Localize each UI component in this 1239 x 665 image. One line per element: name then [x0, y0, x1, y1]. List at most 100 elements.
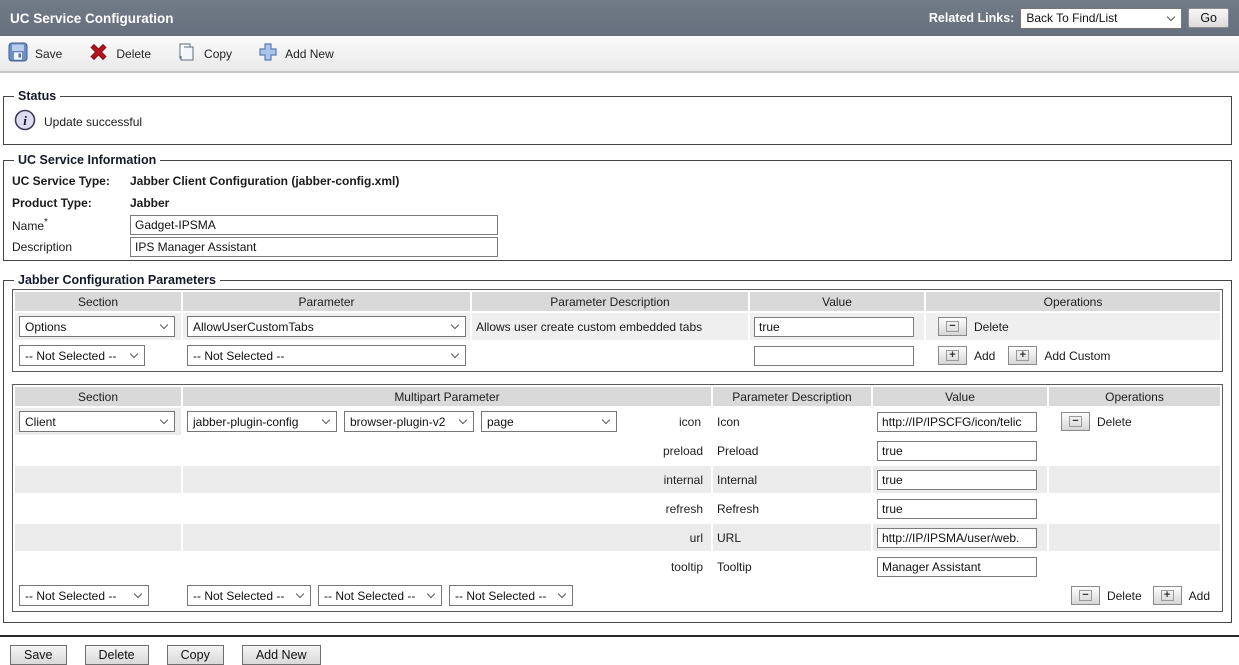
parameter-description: Tooltip — [713, 553, 871, 580]
delete-row-button[interactable]: − — [1071, 586, 1100, 605]
chevron-down-icon — [322, 416, 330, 424]
add-row-button[interactable]: + — [1153, 586, 1182, 605]
save-icon — [8, 42, 28, 65]
svg-text:i: i — [23, 113, 27, 128]
col-header-value: Value — [873, 387, 1047, 406]
section-select[interactable]: -- Not Selected -- — [19, 345, 145, 366]
toolbar-add-new-button[interactable]: Add New — [258, 42, 334, 65]
section-select[interactable]: Client — [19, 411, 175, 432]
save-button[interactable]: Save — [10, 645, 67, 665]
multipart-select-3[interactable]: page — [481, 411, 617, 432]
uc-service-info-legend: UC Service Information — [14, 153, 160, 167]
jabber-params-legend: Jabber Configuration Parameters — [14, 273, 220, 287]
table-row: url URL — [15, 524, 1220, 551]
parameter-description: Internal — [713, 466, 871, 493]
delete-row-label: Delete — [974, 320, 1009, 334]
status-message: Update successful — [44, 115, 142, 129]
col-header-param-desc: Parameter Description — [713, 387, 871, 406]
toolbar-delete-label: Delete — [116, 47, 151, 61]
related-links-selected-value: Back To Find/List — [1026, 11, 1117, 25]
simple-params-table: Section Parameter Parameter Description … — [12, 289, 1223, 372]
delete-row-label: Delete — [1097, 415, 1132, 429]
toolbar-save-label: Save — [35, 47, 62, 61]
value-input[interactable] — [877, 412, 1037, 432]
footer-buttons: Save Delete Copy Add New — [0, 637, 1239, 665]
minus-icon: − — [1079, 590, 1092, 601]
delete-x-icon — [88, 42, 109, 65]
delete-row-button[interactable]: − — [1061, 412, 1090, 431]
chevron-down-icon — [160, 321, 168, 329]
toolbar-save-button[interactable]: Save — [8, 42, 62, 65]
plus-icon: + — [946, 350, 959, 361]
table-row: Client jabber-plugin-config browser-plug… — [15, 408, 1220, 435]
title-bar: UC Service Configuration Related Links: … — [0, 0, 1239, 36]
parameter-description: Allows user create custom embedded tabs — [472, 313, 748, 340]
table-row: preload Preload — [15, 437, 1220, 464]
multipart-select-2[interactable]: -- Not Selected -- — [318, 585, 442, 606]
parameter-description: Refresh — [713, 495, 871, 522]
chevron-down-icon — [451, 350, 459, 358]
section-select[interactable]: Options — [19, 316, 175, 337]
col-header-value: Value — [750, 292, 924, 311]
chevron-down-icon — [1167, 12, 1175, 20]
value-input[interactable] — [754, 317, 914, 337]
value-input[interactable] — [754, 346, 914, 366]
delete-row-button[interactable]: − — [938, 317, 967, 336]
related-links-label: Related Links: — [929, 11, 1014, 25]
value-input[interactable] — [877, 470, 1037, 490]
chevron-down-icon — [558, 590, 566, 598]
add-new-button[interactable]: Add New — [242, 645, 321, 665]
chevron-down-icon — [296, 590, 304, 598]
parameter-description: Icon — [713, 408, 871, 435]
add-row-label: Add — [974, 349, 995, 363]
table-row: tooltip Tooltip — [15, 553, 1220, 580]
jabber-params-section: Jabber Configuration Parameters Section … — [3, 273, 1232, 623]
multipart-select-3[interactable]: -- Not Selected -- — [449, 585, 573, 606]
add-row-button[interactable]: + — [938, 346, 967, 365]
description-input[interactable] — [130, 237, 498, 257]
value-input[interactable] — [877, 557, 1037, 577]
plus-icon: + — [1016, 350, 1029, 361]
uc-service-info-section: UC Service Information UC Service Type: … — [3, 153, 1232, 261]
delete-button[interactable]: Delete — [85, 645, 149, 665]
table-row: Options AllowUserCustomTabs Allows user … — [15, 313, 1220, 340]
value-input[interactable] — [877, 499, 1037, 519]
minus-icon: − — [1069, 416, 1082, 427]
description-label: Description — [12, 240, 130, 254]
chevron-down-icon — [602, 416, 610, 424]
toolbar-add-new-label: Add New — [285, 47, 334, 61]
product-type-label: Product Type: — [12, 196, 130, 210]
section-select[interactable]: -- Not Selected -- — [19, 585, 149, 606]
value-input[interactable] — [877, 441, 1037, 461]
toolbar-copy-label: Copy — [204, 47, 232, 61]
chevron-down-icon — [134, 590, 142, 598]
col-header-section: Section — [15, 387, 181, 406]
copy-button[interactable]: Copy — [167, 645, 224, 665]
col-header-operations: Operations — [926, 292, 1220, 311]
multipart-select-2[interactable]: browser-plugin-v2 — [344, 411, 474, 432]
multipart-select-1[interactable]: jabber-plugin-config — [187, 411, 337, 432]
table-row: internal Internal — [15, 466, 1220, 493]
minus-icon: − — [946, 321, 959, 332]
add-custom-label: Add Custom — [1044, 349, 1110, 363]
toolbar: Save Delete Copy Add New — [0, 36, 1239, 73]
toolbar-delete-button[interactable]: Delete — [88, 42, 151, 65]
toolbar-copy-button[interactable]: Copy — [177, 42, 232, 65]
col-header-param-desc: Parameter Description — [472, 292, 748, 311]
uc-service-type-label: UC Service Type: — [12, 174, 130, 188]
parameter-select[interactable]: AllowUserCustomTabs — [187, 316, 466, 337]
value-input[interactable] — [877, 528, 1037, 548]
related-links-select[interactable]: Back To Find/List — [1020, 8, 1182, 29]
chevron-down-icon — [130, 350, 138, 358]
col-header-parameter: Parameter — [183, 292, 470, 311]
param-key: internal — [183, 466, 711, 493]
col-header-operations: Operations — [1049, 387, 1220, 406]
multipart-select-1[interactable]: -- Not Selected -- — [187, 585, 311, 606]
go-button[interactable]: Go — [1188, 8, 1229, 28]
name-input[interactable] — [130, 215, 498, 235]
chevron-down-icon — [160, 416, 168, 424]
status-legend: Status — [14, 89, 60, 103]
add-plus-icon — [258, 42, 278, 65]
add-custom-button[interactable]: + — [1008, 346, 1037, 365]
parameter-select[interactable]: -- Not Selected -- — [187, 345, 466, 366]
